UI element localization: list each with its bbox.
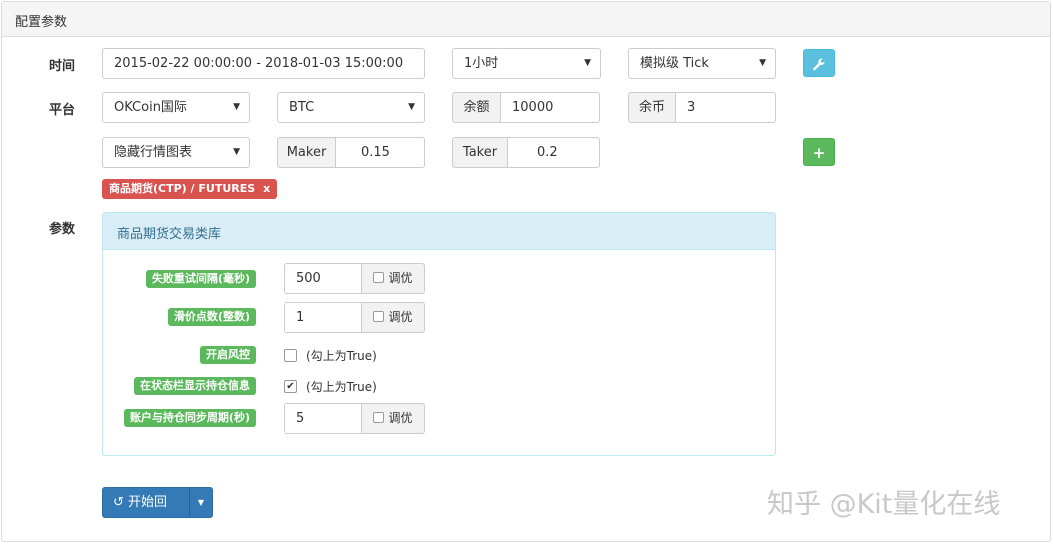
checkbox-icon[interactable]: [284, 349, 297, 362]
currency-value: BTC: [289, 100, 315, 115]
sync-period-value: 5: [296, 411, 305, 426]
coins-addon: 余币: [628, 92, 676, 123]
param-row: 账户与持仓同步周期(秒): [0, 409, 256, 427]
panel-header: 配置参数: [2, 2, 1050, 37]
exchange-tag: 商品期货(CTP) / FUTURES x: [102, 179, 278, 199]
taker-value: 0.2: [537, 145, 558, 160]
chart-option-select[interactable]: 隐藏行情图表 ▼: [102, 137, 250, 168]
param-row: 滑价点数(整数): [0, 308, 256, 326]
balance-value: 10000: [512, 100, 554, 115]
maker-input[interactable]: 0.15: [336, 137, 425, 168]
checkbox-note: (勾上为True): [306, 349, 377, 363]
refresh-icon: ↺: [113, 495, 124, 510]
tune-label: 调优: [388, 271, 413, 285]
add-exchange-button[interactable]: +: [803, 138, 835, 166]
start-backtest-button[interactable]: ↺ 开始回测: [102, 487, 190, 539]
show-position-checkbox[interactable]: ✔ (勾上为True): [284, 378, 377, 395]
param-label-show-position: 在状态栏显示持仓信息: [134, 377, 256, 395]
balance-addon: 余额: [452, 92, 501, 123]
tune-toggle[interactable]: 调优: [361, 403, 425, 434]
wrench-icon: [813, 58, 825, 70]
param-row: 在状态栏显示持仓信息: [0, 377, 256, 395]
balance-input[interactable]: 10000: [501, 92, 600, 123]
time-row-label: 时间: [49, 59, 76, 74]
watermark: 知乎 @Kit量化在线: [767, 489, 1001, 520]
period-value: 1小时: [464, 56, 499, 71]
period-select[interactable]: 1小时 ▼: [452, 48, 601, 79]
params-row-label: 参数: [49, 222, 76, 237]
caret-down-icon: ▼: [408, 102, 415, 112]
checkbox-icon: [373, 412, 385, 423]
chart-option-value: 隐藏行情图表: [114, 145, 193, 160]
params-panel-header: 商品期货交易类库: [103, 213, 775, 250]
platform-row-label: 平台: [49, 103, 76, 118]
coins-value: 3: [687, 100, 696, 115]
param-label-sync-period: 账户与持仓同步周期(秒): [123, 409, 256, 427]
taker-input[interactable]: 0.2: [508, 137, 600, 168]
currency-select[interactable]: BTC ▼: [277, 92, 425, 123]
param-label-retry-interval: 失败重试间隔(毫秒): [145, 270, 256, 288]
retry-interval-input[interactable]: 500: [284, 263, 362, 294]
exchange-select[interactable]: OKCoin国际 ▼: [102, 92, 250, 123]
param-label-risk-control: 开启风控: [200, 346, 256, 364]
caret-down-icon: ▼: [233, 102, 240, 112]
checkbox-icon: [373, 272, 385, 283]
caret-down-icon: ▼: [584, 58, 591, 68]
sync-period-input[interactable]: 5: [284, 403, 362, 434]
maker-addon: Maker: [277, 137, 336, 168]
library-title: 商品期货交易类库: [117, 227, 222, 242]
retry-interval-value: 500: [296, 271, 321, 286]
slippage-value: 1: [296, 310, 305, 325]
panel-title: 配置参数: [15, 15, 68, 30]
caret-down-icon: ▼: [759, 58, 766, 68]
param-row: 失败重试间隔(毫秒): [0, 270, 256, 288]
caret-down-icon: ▼: [233, 147, 240, 157]
caret-down-icon: ▼: [197, 498, 205, 507]
mode-value: 模拟级 Tick: [640, 56, 709, 71]
checkmark-icon[interactable]: ✔: [284, 380, 297, 393]
exchange-tag-label: 商品期货(CTP) / FUTURES: [109, 182, 256, 195]
risk-control-checkbox[interactable]: (勾上为True): [284, 347, 377, 364]
remove-tag-button[interactable]: x: [263, 182, 270, 195]
maker-value: 0.15: [361, 145, 390, 160]
checkbox-icon: [373, 311, 385, 322]
plus-icon: +: [812, 144, 826, 162]
tune-label: 调优: [388, 310, 413, 324]
mode-select[interactable]: 模拟级 Tick ▼: [628, 48, 776, 79]
param-label-slippage: 滑价点数(整数): [167, 308, 256, 326]
tune-label: 调优: [388, 411, 413, 425]
checkbox-note: (勾上为True): [306, 380, 377, 394]
tune-toggle[interactable]: 调优: [361, 263, 425, 294]
tune-toggle[interactable]: 调优: [361, 302, 425, 333]
settings-button[interactable]: [803, 49, 835, 77]
exchange-value: OKCoin国际: [114, 100, 187, 115]
backtest-dropdown-toggle[interactable]: ▼: [189, 487, 213, 518]
slippage-input[interactable]: 1: [284, 302, 362, 333]
param-row: 开启风控: [0, 346, 256, 364]
coins-input[interactable]: 3: [676, 92, 776, 123]
date-range-input[interactable]: 2015-02-22 00:00:00 - 2018-01-03 15:00:0…: [102, 48, 425, 79]
taker-addon: Taker: [452, 137, 508, 168]
date-range-value: 2015-02-22 00:00:00 - 2018-01-03 15:00:0…: [114, 56, 404, 71]
